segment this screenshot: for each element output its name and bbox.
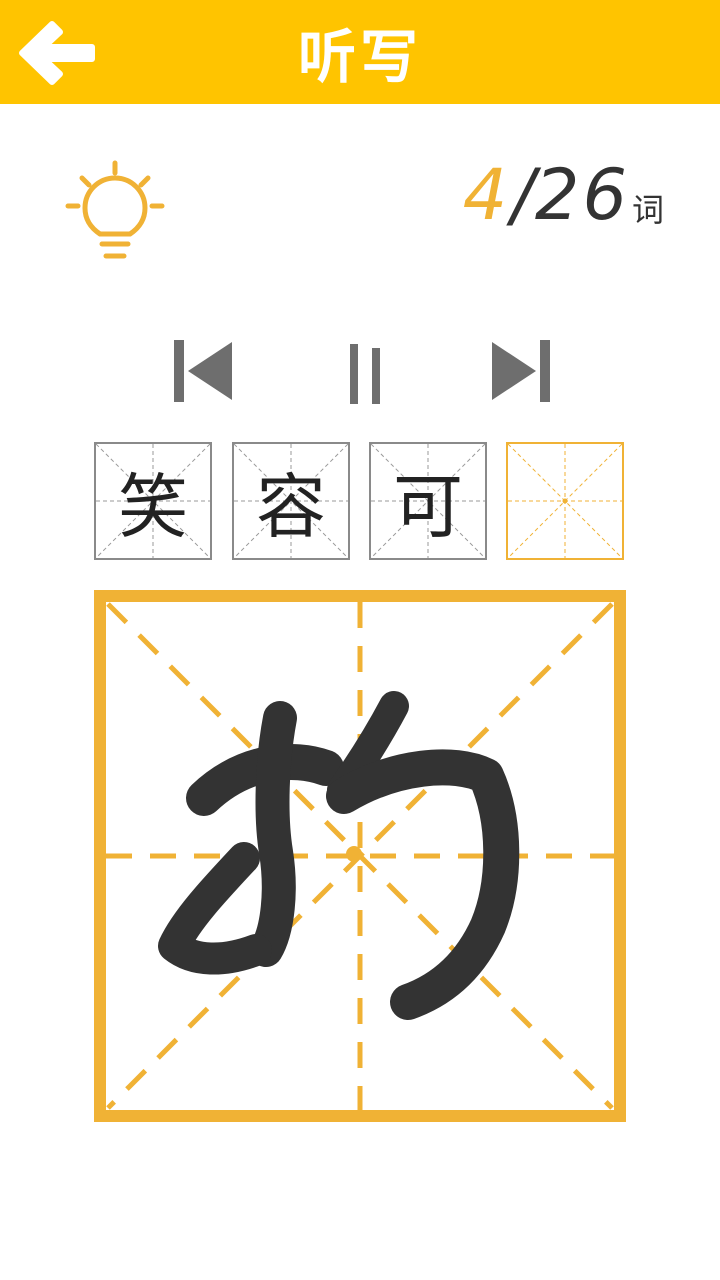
next-button[interactable] bbox=[486, 336, 558, 406]
total-count: 26 bbox=[534, 154, 630, 236]
app-header: 听写 bbox=[0, 0, 720, 104]
pause-button[interactable] bbox=[340, 338, 390, 408]
answer-char: 容 bbox=[256, 465, 326, 548]
pause-icon bbox=[350, 344, 380, 404]
progress-unit: 词 bbox=[631, 191, 664, 229]
answer-cell[interactable]: 可 bbox=[369, 442, 487, 560]
answer-cell-active[interactable] bbox=[506, 442, 624, 560]
progress-separator: / bbox=[511, 154, 535, 236]
skip-next-icon bbox=[492, 340, 550, 402]
answer-cell[interactable]: 笑 bbox=[94, 442, 212, 560]
writing-board[interactable] bbox=[94, 590, 626, 1122]
answer-char: 可 bbox=[393, 465, 463, 548]
answer-char bbox=[508, 444, 622, 558]
tian-grid bbox=[94, 590, 626, 1122]
answer-char: 笑 bbox=[118, 465, 188, 548]
hint-button[interactable] bbox=[60, 158, 170, 268]
skip-previous-icon bbox=[174, 340, 232, 402]
previous-button[interactable] bbox=[168, 336, 240, 406]
answer-cell[interactable]: 容 bbox=[232, 442, 350, 560]
current-index: 4 bbox=[462, 154, 508, 236]
page-title: 听写 bbox=[297, 23, 422, 91]
word-progress: 4 / 26 词 bbox=[463, 150, 664, 240]
lightbulb-icon bbox=[65, 160, 165, 259]
